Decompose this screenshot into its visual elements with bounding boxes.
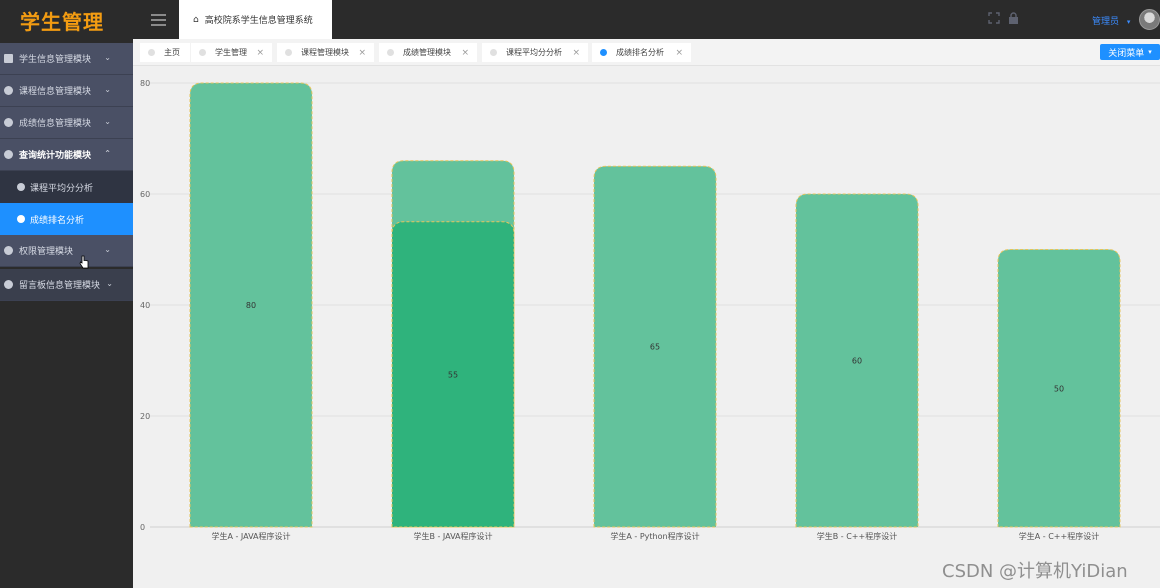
sidebar-subitem-label: 成绩排名分析 xyxy=(30,215,85,226)
top-header: ⌂ 高校院系学生信息管理系统 管理员 ▾ xyxy=(133,0,1160,39)
permission-icon xyxy=(4,246,13,255)
app-logo[interactable]: 学生管理 xyxy=(0,0,133,40)
data-label: 55 xyxy=(448,370,458,379)
tab-course-management[interactable]: 课程管理模块 × xyxy=(277,43,374,62)
tab-student-management[interactable]: 学生管理 × xyxy=(191,43,272,62)
sidebar-subitem-label: 课程平均分分析 xyxy=(30,183,94,194)
sidebar-item-course-info[interactable]: 课程信息管理模块 ⌄ xyxy=(0,75,133,107)
circle-icon xyxy=(17,215,25,223)
circle-icon xyxy=(17,183,25,191)
course-icon xyxy=(4,86,13,95)
bar-chart: 0 20 40 60 80 80 学生A - JAVA程序设计 55 学生B - JAVA程序设… xyxy=(140,79,1160,541)
close-icon[interactable]: × xyxy=(461,48,469,58)
sidebar-item-permissions[interactable]: 权限管理模块 ⌄ xyxy=(0,235,133,267)
grade-icon xyxy=(4,118,13,127)
admin-menu[interactable]: 管理员 ▾ xyxy=(1092,14,1130,27)
hand-cursor-icon xyxy=(79,255,89,269)
chevron-down-icon: ⌄ xyxy=(106,279,113,288)
watermark: CSDN @计算机YiDian xyxy=(942,561,1128,582)
sidebar-item-label: 查询统计功能模块 xyxy=(19,151,92,161)
tab-status-icon xyxy=(285,49,292,56)
home-icon: ⌂ xyxy=(193,14,199,25)
sidebar-item-query-stats[interactable]: 查询统计功能模块 ⌃ xyxy=(0,139,133,171)
tab-course-average[interactable]: 课程平均分分析 × xyxy=(482,43,588,62)
tab-label: 课程管理模块 xyxy=(301,48,349,57)
tab-status-icon xyxy=(148,49,155,56)
x-tick-label: 学生B - C++程序设计 xyxy=(817,531,897,541)
grade-ranking-chart: 0 20 40 60 80 80 学生A - JAVA程序设计 55 学生B - JAVA程序设… xyxy=(133,66,1160,588)
close-icon[interactable]: × xyxy=(358,48,366,58)
y-tick-label: 80 xyxy=(140,79,150,88)
sidebar-item-message-board[interactable]: 留言板信息管理模块 ⌄ xyxy=(0,269,133,301)
y-tick-label: 60 xyxy=(140,190,150,199)
close-icon[interactable]: × xyxy=(256,48,264,58)
tab-label: 学生管理 xyxy=(215,48,247,57)
avatar[interactable] xyxy=(1139,9,1160,30)
sidebar-item-label: 学生信息管理模块 xyxy=(19,55,92,65)
data-label: 60 xyxy=(852,357,862,366)
admin-label: 管理员 xyxy=(1092,17,1120,27)
tab-status-icon xyxy=(600,49,607,56)
close-menu-button[interactable]: 关闭菜单 ▾ xyxy=(1100,44,1160,60)
sidebar-item-label: 留言板信息管理模块 xyxy=(19,281,101,291)
tab-status-icon xyxy=(490,49,497,56)
lock-icon[interactable] xyxy=(1008,12,1019,24)
chevron-down-icon: ⌄ xyxy=(104,117,111,126)
sidebar-item-label: 成绩信息管理模块 xyxy=(19,119,92,129)
menu-toggle-icon[interactable] xyxy=(151,14,166,29)
tab-label: 课程平均分分析 xyxy=(506,48,562,57)
message-icon xyxy=(4,280,13,289)
app-logo-text: 学生管理 xyxy=(20,9,104,34)
data-label: 65 xyxy=(650,343,660,352)
sidebar-item-label: 课程信息管理模块 xyxy=(19,87,92,97)
sidebar-subitem-grade-ranking[interactable]: 成绩排名分析 xyxy=(0,203,133,235)
y-tick-label: 0 xyxy=(140,523,145,532)
x-tick-label: 学生A - Python程序设计 xyxy=(610,531,699,541)
tab-grade-management[interactable]: 成绩管理模块 × xyxy=(379,43,477,62)
x-tick-label: 学生A - C++程序设计 xyxy=(1019,531,1099,541)
system-title: 高校院系学生信息管理系统 xyxy=(204,16,313,26)
tab-status-icon xyxy=(199,49,206,56)
fullscreen-icon[interactable] xyxy=(988,12,1000,24)
close-icon[interactable]: × xyxy=(572,48,580,58)
data-label: 50 xyxy=(1054,384,1064,393)
tab-grade-ranking[interactable]: 成绩排名分析 × xyxy=(592,43,691,62)
caret-down-icon: ▾ xyxy=(1148,48,1152,56)
close-icon[interactable]: × xyxy=(675,48,683,58)
sidebar-menu: 学生信息管理模块 ⌄ 课程信息管理模块 ⌄ 成绩信息管理模块 ⌄ 查询统计功能模… xyxy=(0,43,133,301)
chevron-down-icon: ⌄ xyxy=(104,85,111,94)
sidebar-item-student-info[interactable]: 学生信息管理模块 ⌄ xyxy=(0,43,133,75)
y-tick-label: 20 xyxy=(140,412,150,421)
y-tick-label: 40 xyxy=(140,301,150,310)
tab-bar: 主页 学生管理 × 课程管理模块 × 成绩管理模块 × 课程平均分分析 × 成绩… xyxy=(133,39,1160,66)
system-home-tab[interactable]: ⌂ 高校院系学生信息管理系统 xyxy=(179,0,332,39)
sidebar-item-label: 权限管理模块 xyxy=(19,247,74,257)
x-tick-label: 学生A - JAVA程序设计 xyxy=(211,531,290,541)
header-icons xyxy=(988,12,1019,24)
chevron-down-icon: ⌄ xyxy=(104,245,111,254)
chevron-up-icon: ⌃ xyxy=(104,149,111,158)
sidebar-subitem-course-average[interactable]: 课程平均分分析 xyxy=(0,171,133,203)
sidebar: 学生管理 学生信息管理模块 ⌄ 课程信息管理模块 ⌄ 成绩信息管理模块 ⌄ 查询… xyxy=(0,0,133,588)
tab-label: 成绩排名分析 xyxy=(616,48,664,57)
tab-home[interactable]: 主页 xyxy=(140,43,190,62)
x-tick-label: 学生B - JAVA程序设计 xyxy=(413,531,492,541)
tab-label: 主页 xyxy=(164,48,180,57)
sidebar-item-grade-info[interactable]: 成绩信息管理模块 ⌄ xyxy=(0,107,133,139)
caret-down-icon: ▾ xyxy=(1126,18,1131,26)
chevron-down-icon: ⌄ xyxy=(104,53,111,62)
tab-label: 成绩管理模块 xyxy=(403,48,451,57)
student-icon xyxy=(4,54,13,63)
tab-status-icon xyxy=(387,49,394,56)
close-menu-label: 关闭菜单 xyxy=(1108,48,1145,59)
stats-icon xyxy=(4,150,13,159)
data-label: 80 xyxy=(246,301,256,310)
